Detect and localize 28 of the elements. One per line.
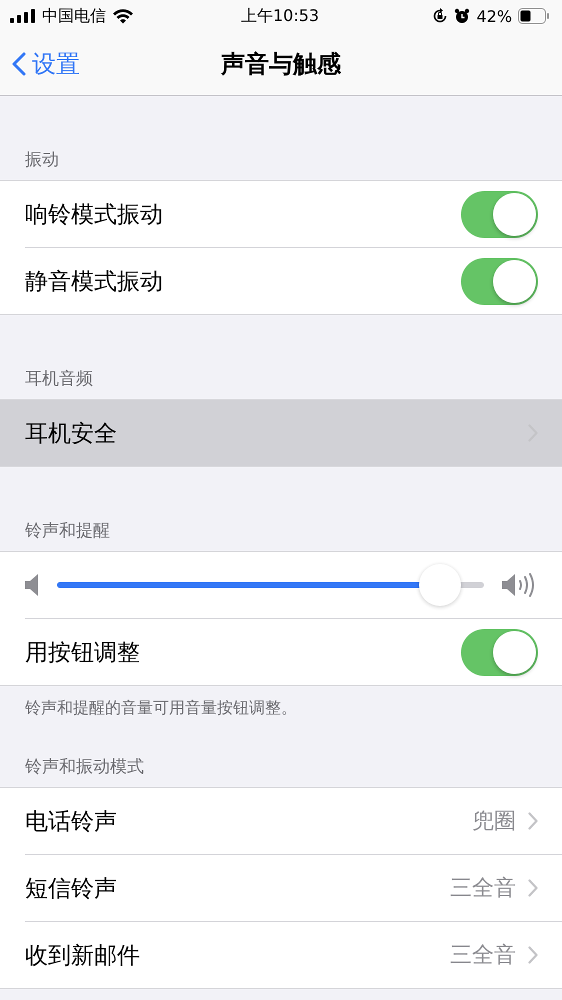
wifi-icon [112,8,134,24]
page-title: 声音与触感 [221,48,341,80]
battery-icon [518,8,550,24]
settings-row[interactable]: 耳机安全 [0,400,562,466]
rotation-lock-icon [432,8,448,24]
alarm-icon [454,8,470,24]
section-header: 耳机音频 [24,368,94,391]
section-header: 振动 [24,149,60,172]
section-header: 铃声和振动模式 [24,756,145,779]
toggle-switch[interactable] [461,628,538,676]
section-footer: 铃声和提醒的音量可用音量按钮调整。 [0,686,562,719]
battery-percent: 42% [476,6,512,26]
back-chevron-icon [12,52,26,76]
back-button[interactable]: 设置 [12,48,80,80]
chevron-icon [528,946,538,964]
carrier-name: 中国电信 [42,6,106,26]
speaker-quiet-icon [25,574,39,596]
toggle-switch[interactable] [461,190,538,238]
volume-slider[interactable] [57,563,484,607]
chevron-icon [528,879,538,897]
setting-label: 响铃模式振动 [25,200,164,230]
section-header: 铃声和提醒 [24,520,111,543]
signal-icon [10,9,36,23]
toggle-switch[interactable] [461,258,538,304]
status-time: 上午10:53 [240,6,320,26]
setting-label: 用按钮调整 [25,638,141,668]
setting-label: 静音模式振动 [25,268,164,296]
chevron-icon [528,812,538,830]
